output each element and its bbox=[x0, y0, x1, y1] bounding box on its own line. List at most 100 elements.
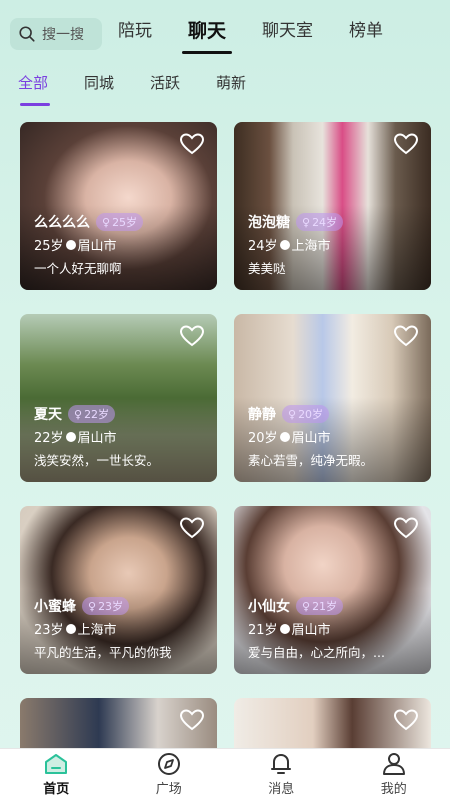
heart-outline-icon[interactable] bbox=[393, 132, 419, 156]
profile-bio: 一个人好无聊啊 bbox=[34, 261, 122, 276]
heart-outline-icon[interactable] bbox=[393, 708, 419, 732]
home-icon bbox=[45, 754, 68, 774]
profile-name: 小仙女 bbox=[248, 599, 290, 615]
dot-separator bbox=[65, 431, 76, 442]
tab-chatroom[interactable]: 聊天室 bbox=[262, 18, 313, 44]
name-row: 么么么么 ♀ 25岁 bbox=[34, 212, 144, 232]
age-badge: ♀ 25岁 bbox=[96, 213, 144, 231]
profile-card[interactable]: 么么么么 ♀ 25岁 25岁 眉山市 一个人好无聊啊 bbox=[20, 122, 217, 290]
name-row: 静静 ♀ 20岁 bbox=[248, 404, 330, 424]
profile-info: 24岁 上海市 bbox=[248, 235, 331, 254]
profile-bio: 素心若雪，纯净无暇。 bbox=[248, 453, 374, 468]
profile-info: 23岁 上海市 bbox=[34, 619, 117, 638]
dot-separator bbox=[65, 239, 76, 250]
profile-card[interactable]: 静静 ♀ 20岁 20岁 眉山市 素心若雪，纯净无暇。 bbox=[234, 314, 431, 482]
age-badge: ♀ 23岁 bbox=[82, 597, 130, 615]
profile-name: 夏天 bbox=[34, 407, 62, 423]
filter-tab-active[interactable]: 活跃 bbox=[150, 72, 180, 94]
dot-separator bbox=[65, 623, 76, 634]
profile-card[interactable]: 小蜜蜂 ♀ 23岁 23岁 上海市 平凡的生活，平凡的你我 bbox=[20, 506, 217, 674]
profile-bio: 平凡的生活，平凡的你我 bbox=[34, 645, 172, 660]
tab-chat[interactable]: 聊天 bbox=[188, 18, 226, 44]
profile-age: 21岁 bbox=[248, 623, 278, 638]
search-placeholder: 搜一搜 bbox=[42, 27, 84, 43]
age-badge-text: 23岁 bbox=[98, 600, 124, 613]
female-icon: ♀ bbox=[302, 215, 311, 229]
nav-home[interactable]: 首页 bbox=[0, 749, 113, 800]
main-tabs: 陪玩 聊天 聊天室 榜单 bbox=[118, 18, 419, 44]
search-box[interactable]: 搜一搜 bbox=[10, 18, 102, 50]
name-row: 小仙女 ♀ 21岁 bbox=[248, 596, 344, 616]
age-badge-text: 22岁 bbox=[84, 408, 110, 421]
profile-info: 25岁 眉山市 bbox=[34, 235, 117, 254]
user-icon bbox=[382, 753, 405, 775]
profile-city: 眉山市 bbox=[77, 431, 117, 446]
nav-me-label: 我的 bbox=[380, 782, 407, 797]
profile-age: 24岁 bbox=[248, 239, 278, 254]
filter-tab-same-city[interactable]: 同城 bbox=[84, 72, 114, 94]
profile-info: 21岁 眉山市 bbox=[248, 619, 331, 638]
filter-tab-all[interactable]: 全部 bbox=[18, 72, 51, 106]
profile-card[interactable]: 夏天 ♀ 22岁 22岁 眉山市 浅笑安然，一世长安。 bbox=[20, 314, 217, 482]
filter-tabs: 全部 同城 活跃 萌新 bbox=[18, 72, 282, 106]
profile-name: 么么么么 bbox=[34, 215, 90, 231]
search-icon bbox=[19, 26, 35, 42]
profile-bio: 爱与自由，心之所向，... bbox=[248, 645, 385, 660]
profile-city: 眉山市 bbox=[77, 239, 117, 254]
nav-square[interactable]: 广场 bbox=[113, 749, 226, 800]
heart-outline-icon[interactable] bbox=[179, 708, 205, 732]
heart-outline-icon[interactable] bbox=[179, 516, 205, 540]
nav-messages-label: 消息 bbox=[268, 782, 295, 797]
profile-age: 23岁 bbox=[34, 623, 64, 638]
heart-outline-icon[interactable] bbox=[179, 132, 205, 156]
compass-icon bbox=[157, 753, 180, 775]
age-badge: ♀ 22岁 bbox=[68, 405, 116, 423]
tab-ranking[interactable]: 榜单 bbox=[349, 18, 383, 44]
tab-peiwan[interactable]: 陪玩 bbox=[118, 18, 152, 44]
profile-city: 上海市 bbox=[77, 623, 117, 638]
female-icon: ♀ bbox=[74, 407, 83, 421]
age-badge-text: 24岁 bbox=[312, 216, 338, 229]
female-icon: ♀ bbox=[102, 215, 111, 229]
profile-city: 上海市 bbox=[291, 239, 331, 254]
profile-age: 22岁 bbox=[34, 431, 64, 446]
name-row: 泡泡糖 ♀ 24岁 bbox=[248, 212, 344, 232]
age-badge-text: 20岁 bbox=[298, 408, 324, 421]
nav-square-label: 广场 bbox=[155, 782, 182, 797]
profile-card-partial[interactable] bbox=[234, 698, 431, 748]
profile-info: 22岁 眉山市 bbox=[34, 427, 117, 446]
dot-separator bbox=[279, 623, 290, 634]
profile-age: 20岁 bbox=[248, 431, 278, 446]
profile-name: 静静 bbox=[248, 407, 276, 423]
nav-me[interactable]: 我的 bbox=[338, 749, 450, 800]
profile-city: 眉山市 bbox=[291, 623, 331, 638]
heart-outline-icon[interactable] bbox=[393, 324, 419, 348]
profile-name: 泡泡糖 bbox=[248, 215, 290, 231]
female-icon: ♀ bbox=[88, 599, 97, 613]
profile-name: 小蜜蜂 bbox=[34, 599, 76, 615]
bell-icon bbox=[271, 754, 292, 774]
profile-card[interactable]: 小仙女 ♀ 21岁 21岁 眉山市 爱与自由，心之所向，... bbox=[234, 506, 431, 674]
top-bar: 搜一搜 陪玩 聊天 聊天室 榜单 bbox=[0, 0, 450, 60]
nav-messages[interactable]: 消息 bbox=[225, 749, 338, 800]
heart-outline-icon[interactable] bbox=[179, 324, 205, 348]
name-row: 夏天 ♀ 22岁 bbox=[34, 404, 116, 424]
dot-separator bbox=[279, 239, 290, 250]
female-icon: ♀ bbox=[288, 407, 297, 421]
female-icon: ♀ bbox=[302, 599, 311, 613]
profile-bio: 美美哒 bbox=[248, 261, 286, 276]
age-badge: ♀ 20岁 bbox=[282, 405, 330, 423]
age-badge-text: 25岁 bbox=[112, 216, 138, 229]
profile-card-partial[interactable] bbox=[20, 698, 217, 748]
profile-bio: 浅笑安然，一世长安。 bbox=[34, 453, 160, 468]
filter-tab-new[interactable]: 萌新 bbox=[216, 72, 246, 94]
age-badge: ♀ 21岁 bbox=[296, 597, 344, 615]
profile-card[interactable]: 泡泡糖 ♀ 24岁 24岁 上海市 美美哒 bbox=[234, 122, 431, 290]
age-badge: ♀ 24岁 bbox=[296, 213, 344, 231]
profile-city: 眉山市 bbox=[291, 431, 331, 446]
age-badge-text: 21岁 bbox=[312, 600, 338, 613]
bottom-nav: 首页 广场 消息 我的 bbox=[0, 748, 450, 800]
heart-outline-icon[interactable] bbox=[393, 516, 419, 540]
nav-home-label: 首页 bbox=[43, 782, 70, 797]
name-row: 小蜜蜂 ♀ 23岁 bbox=[34, 596, 130, 616]
